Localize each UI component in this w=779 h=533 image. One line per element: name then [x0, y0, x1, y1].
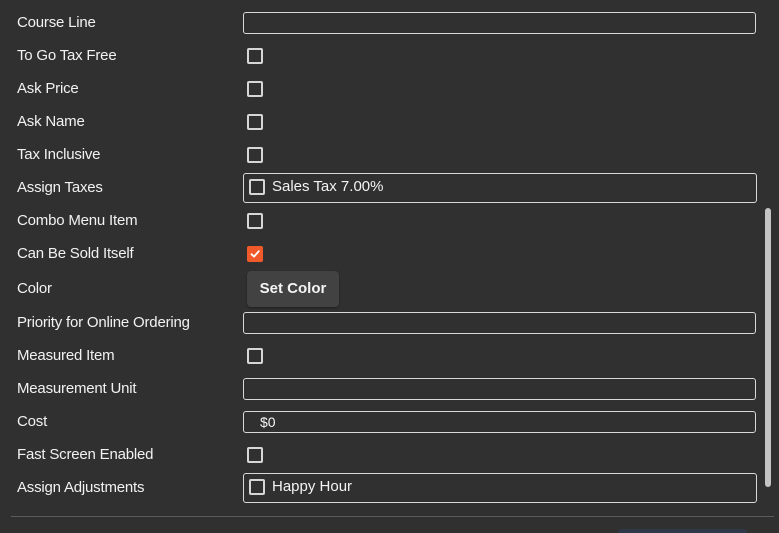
- cost-field[interactable]: [243, 411, 756, 433]
- ask-price-checkbox[interactable]: [247, 81, 263, 97]
- ask-name-label: Ask Name: [17, 113, 85, 130]
- measured-item-label: Measured Item: [17, 347, 115, 364]
- item-settings-panel: Course Line To Go Tax Free Ask Price Ask…: [0, 0, 779, 533]
- footer-divider: [11, 516, 774, 517]
- cost-label: Cost: [17, 413, 48, 430]
- sales-tax-label: Sales Tax 7.00%: [272, 178, 384, 195]
- priority-online-ordering-field[interactable]: [243, 312, 756, 334]
- course-line-label: Course Line: [17, 14, 96, 31]
- assign-taxes-label: Assign Taxes: [17, 179, 103, 196]
- color-label: Color: [17, 280, 52, 297]
- assign-taxes-box: Sales Tax 7.00%: [243, 173, 757, 203]
- check-icon: [250, 250, 260, 258]
- assign-adjustments-box: Happy Hour: [243, 473, 757, 503]
- assign-adjustments-label: Assign Adjustments: [17, 479, 145, 496]
- cost-input[interactable]: [244, 412, 755, 432]
- combo-menu-item-label: Combo Menu Item: [17, 212, 138, 229]
- measurement-unit-label: Measurement Unit: [17, 380, 137, 397]
- fast-screen-enabled-label: Fast Screen Enabled: [17, 446, 154, 463]
- set-color-button[interactable]: Set Color: [247, 271, 339, 307]
- fast-screen-enabled-checkbox[interactable]: [247, 447, 263, 463]
- can-be-sold-itself-label: Can Be Sold Itself: [17, 245, 134, 262]
- priority-online-ordering-input[interactable]: [244, 313, 755, 333]
- can-be-sold-itself-checkbox[interactable]: [247, 246, 263, 262]
- footer-button-fragment[interactable]: [618, 529, 747, 533]
- combo-menu-item-checkbox[interactable]: [247, 213, 263, 229]
- measurement-unit-input[interactable]: [244, 379, 755, 399]
- to-go-tax-free-checkbox[interactable]: [247, 48, 263, 64]
- measurement-unit-field[interactable]: [243, 378, 756, 400]
- vertical-scrollbar[interactable]: [765, 208, 771, 487]
- ask-name-checkbox[interactable]: [247, 114, 263, 130]
- happy-hour-label: Happy Hour: [272, 478, 353, 495]
- measured-item-checkbox[interactable]: [247, 348, 263, 364]
- course-line-input[interactable]: [244, 13, 755, 33]
- course-line-field[interactable]: [243, 12, 756, 34]
- ask-price-label: Ask Price: [17, 80, 79, 97]
- happy-hour-checkbox[interactable]: [249, 479, 265, 495]
- to-go-tax-free-label: To Go Tax Free: [17, 47, 117, 64]
- sales-tax-checkbox[interactable]: [249, 179, 265, 195]
- priority-online-ordering-label: Priority for Online Ordering: [17, 314, 190, 331]
- tax-inclusive-checkbox[interactable]: [247, 147, 263, 163]
- tax-inclusive-label: Tax Inclusive: [17, 146, 101, 163]
